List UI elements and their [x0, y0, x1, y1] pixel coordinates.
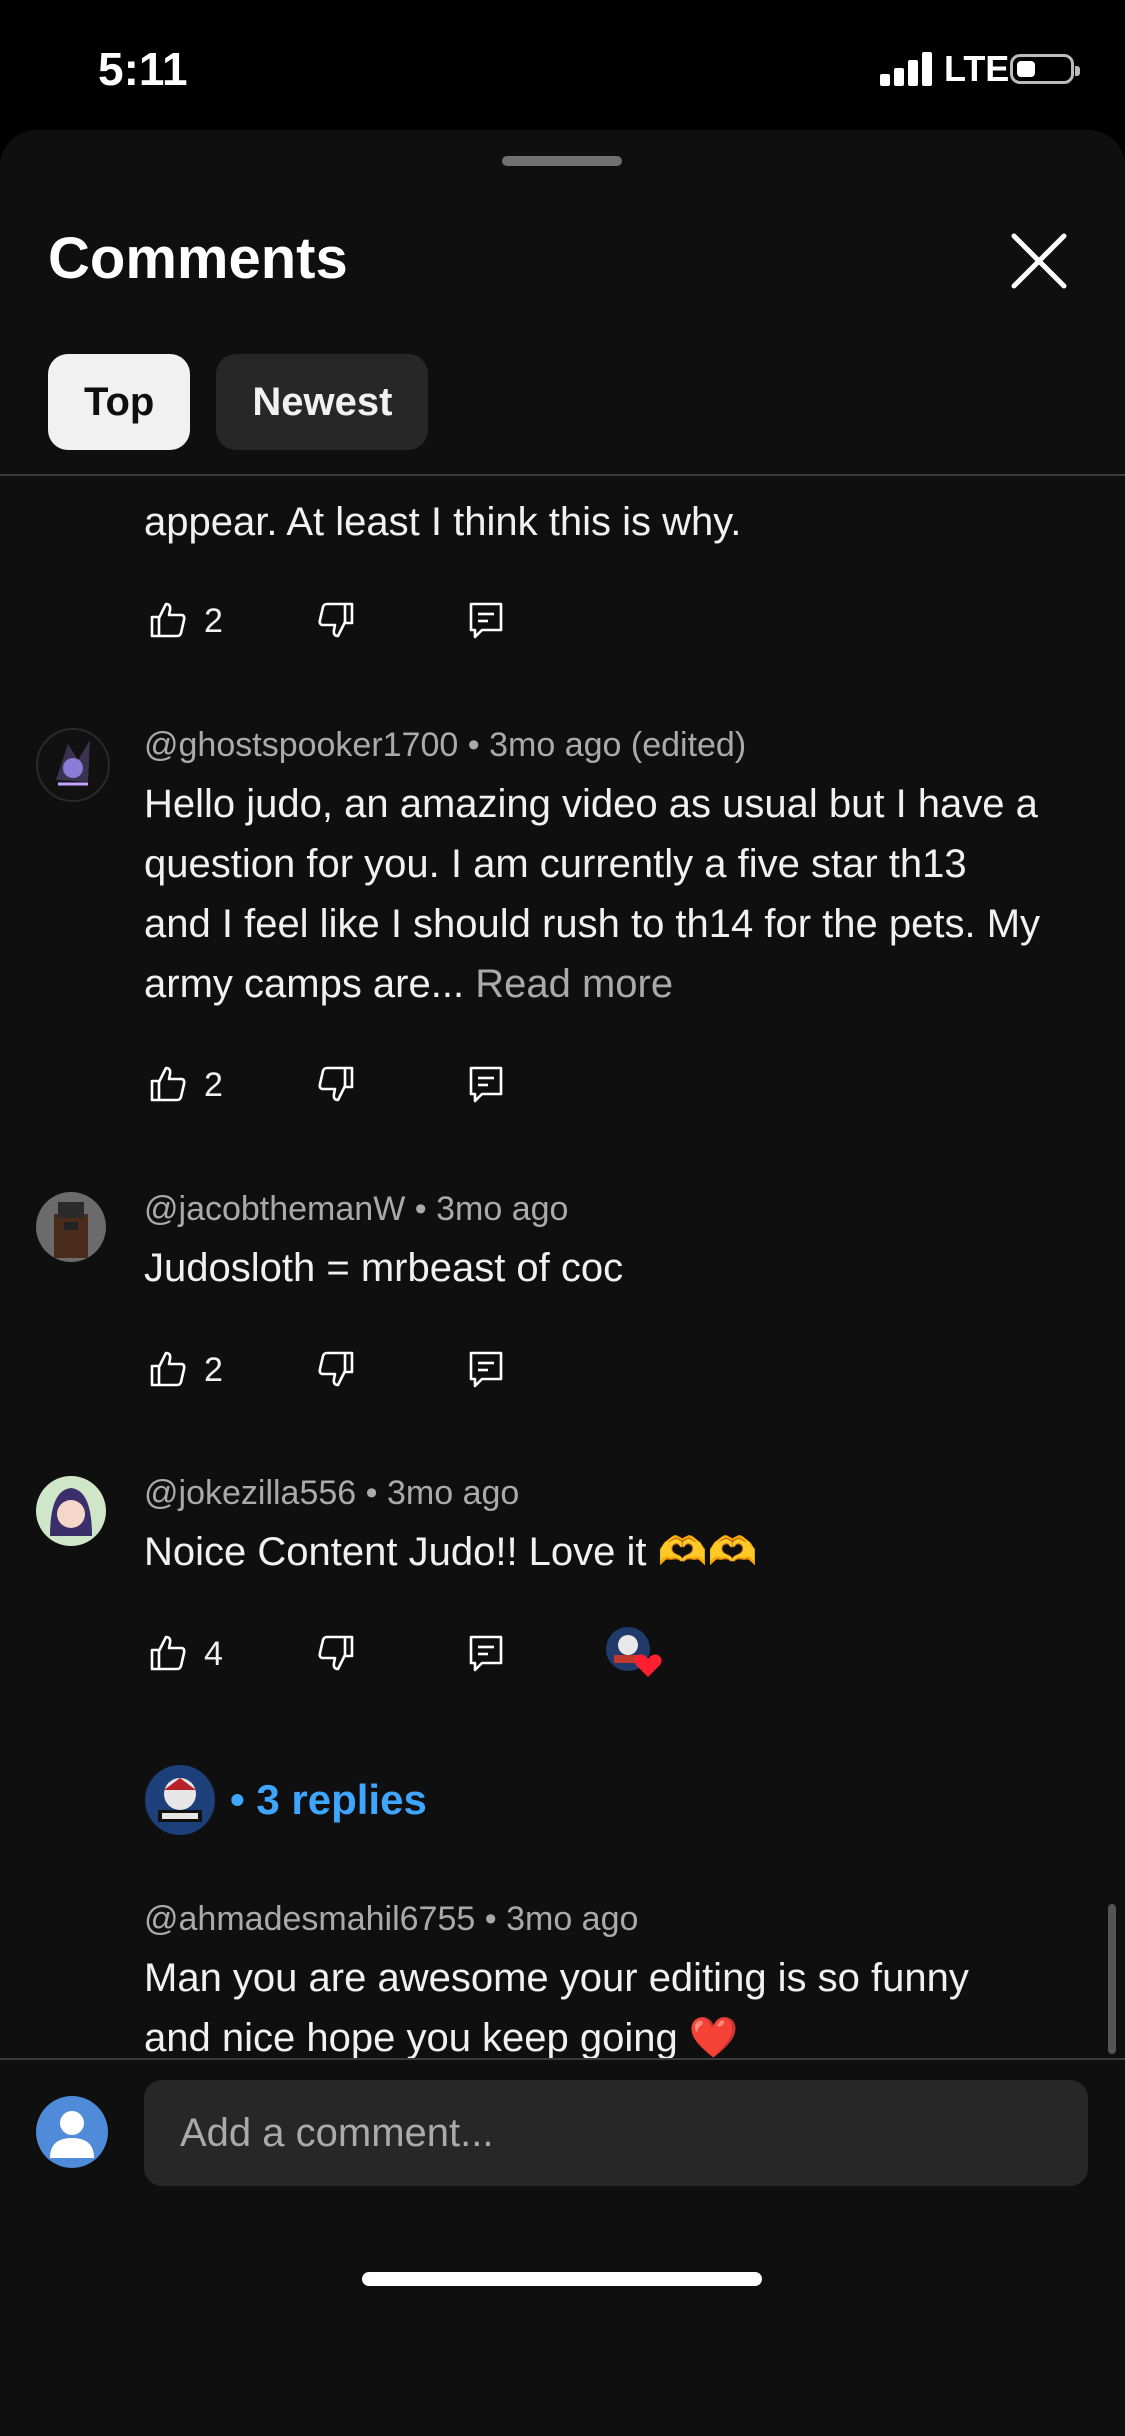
comment-list[interactable]: appear. At least I think this is why. 2 … [0, 346, 1125, 2058]
avatar[interactable] [36, 1476, 106, 1546]
status-time: 5:11 [98, 43, 188, 95]
avatar[interactable] [36, 728, 110, 802]
like-icon[interactable] [148, 1064, 188, 1104]
comment-author[interactable]: @ghostspooker1700 [144, 726, 458, 764]
comment-body: Judosloth = mrbeast of coc [144, 1246, 624, 1290]
comment-body: appear. At least I think this is why. [144, 500, 742, 544]
replies-count: 3 replies [256, 1776, 427, 1823]
comment-body: Hello judo, an amazing video as usual bu… [144, 774, 1044, 1014]
reply-icon[interactable] [466, 600, 506, 640]
reply-icon[interactable] [466, 1349, 506, 1389]
signal-icon [880, 52, 936, 86]
comment-time: 3mo ago (edited) [489, 726, 747, 764]
dislike-icon[interactable] [316, 1633, 356, 1673]
sheet-grabber[interactable] [502, 156, 622, 166]
comment-actions: 2 [148, 1064, 948, 1108]
comment-body: Man you are awesome your editing is so f… [144, 1956, 969, 2058]
status-bar: 5:11 LTE [0, 0, 1125, 130]
comment-body: Noice Content Judo!! Love it 🫶🫶 [144, 1530, 758, 1574]
comment-input[interactable] [144, 2080, 1088, 2186]
network-label: LTE [944, 48, 1010, 89]
comment-meta: @jacobthemanW • 3mo ago [144, 1190, 569, 1228]
like-icon[interactable] [148, 600, 188, 640]
comment-meta: @jokezilla556 • 3mo ago [144, 1474, 520, 1512]
comment-author[interactable]: @ahmadesmahil6755 [144, 1900, 475, 1938]
comment-author[interactable]: @jokezilla556 [144, 1474, 356, 1512]
comment-actions: 4 [148, 1627, 948, 1677]
comment-input-bar [0, 2058, 1125, 2306]
avatar[interactable] [36, 1192, 106, 1262]
user-avatar [36, 2096, 108, 2168]
comment-author[interactable]: @jacobthemanW [144, 1190, 405, 1228]
replies-link[interactable]: • 3 replies [230, 1776, 427, 1824]
like-count: 4 [204, 1635, 223, 1673]
comment-time: 3mo ago [506, 1900, 639, 1938]
sheet-title: Comments [48, 226, 348, 291]
comment-time: 3mo ago [387, 1474, 520, 1512]
comment-actions: 2 [148, 1349, 948, 1393]
comment-meta: @ghostspooker1700 • 3mo ago (edited) [144, 726, 747, 764]
reply-icon[interactable] [466, 1633, 506, 1673]
replies-row[interactable]: • 3 replies [144, 1763, 427, 1837]
like-count: 2 [204, 1066, 223, 1104]
like-count: 2 [204, 1351, 223, 1389]
like-icon[interactable] [148, 1633, 188, 1673]
close-icon[interactable] [1004, 226, 1074, 296]
battery-icon [1010, 54, 1080, 84]
comment-actions: 2 [148, 600, 948, 644]
like-icon[interactable] [148, 1349, 188, 1389]
dislike-icon[interactable] [316, 600, 356, 640]
creator-avatar [145, 1765, 215, 1835]
dislike-icon[interactable] [316, 1064, 356, 1104]
scrollbar[interactable] [1108, 1904, 1116, 2054]
comment-time: 3mo ago [436, 1190, 569, 1228]
comment-meta: @ahmadesmahil6755 • 3mo ago [144, 1900, 639, 1938]
read-more-link[interactable]: Read more [475, 962, 673, 1006]
creator-heart-icon [606, 1627, 662, 1677]
input-divider [0, 2058, 1125, 2060]
like-count: 2 [204, 602, 223, 640]
home-indicator [362, 2272, 762, 2286]
dislike-icon[interactable] [316, 1349, 356, 1389]
reply-icon[interactable] [466, 1064, 506, 1104]
